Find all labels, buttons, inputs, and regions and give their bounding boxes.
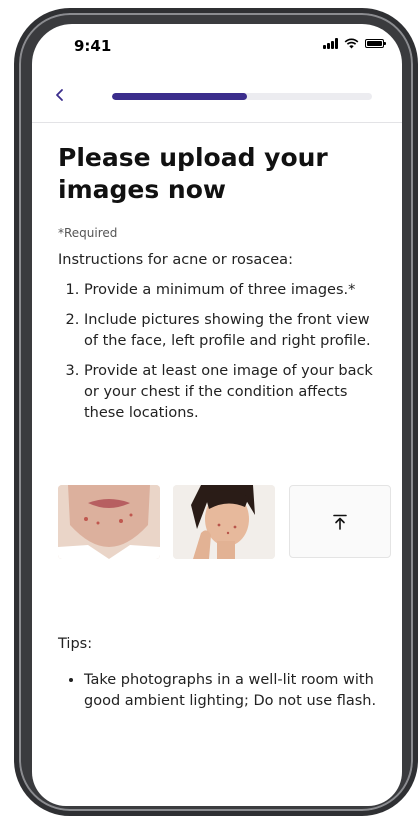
status-time: 9:41 xyxy=(74,37,112,55)
page-title: Please upload your images now xyxy=(58,143,328,204)
instruction-item: Include pictures showing the front view … xyxy=(84,310,388,352)
battery-icon xyxy=(365,39,386,48)
progress-fill xyxy=(112,93,248,100)
photo-chin-closeup xyxy=(58,485,160,559)
wifi-icon xyxy=(344,38,359,49)
progress-bar xyxy=(112,93,372,100)
uploaded-image-thumbnail[interactable] xyxy=(58,485,160,559)
image-uploads xyxy=(58,485,392,559)
status-bar: 9:41 xyxy=(32,24,402,72)
main-content: Please upload your images now *Required … xyxy=(58,142,388,433)
chevron-left-icon xyxy=(56,89,63,101)
photo-face-profile xyxy=(173,485,275,559)
uploaded-image-thumbnail[interactable] xyxy=(173,485,275,559)
tips-label: Tips: xyxy=(58,636,93,652)
instruction-item: Provide at least one image of your back … xyxy=(84,361,388,424)
required-note: *Required xyxy=(58,226,118,240)
top-nav xyxy=(32,84,402,123)
upload-icon xyxy=(333,514,347,530)
tip-item: Take photographs in a well-lit room with… xyxy=(84,670,414,712)
back-button[interactable] xyxy=(54,86,76,108)
status-icons xyxy=(323,38,386,49)
signal-icon xyxy=(323,38,338,49)
tips-list: Take photographs in a well-lit room with… xyxy=(58,670,414,712)
instructions-intro: Instructions for acne or rosacea: xyxy=(58,252,293,268)
instructions-list: Provide a minimum of three images.* Incl… xyxy=(58,280,388,424)
instruction-item: Provide a minimum of three images.* xyxy=(84,280,388,301)
upload-image-button[interactable] xyxy=(289,485,391,558)
